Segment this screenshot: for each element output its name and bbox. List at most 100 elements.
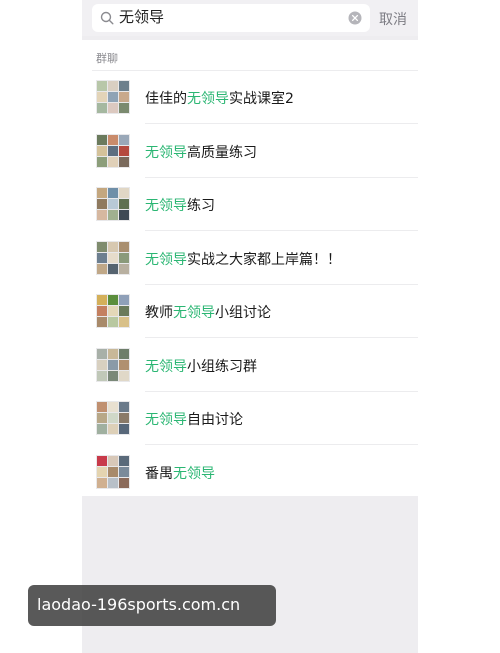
avatar-tile — [119, 188, 129, 198]
avatar-tile — [119, 134, 129, 145]
avatar-tile — [119, 455, 129, 466]
group-name: 无领导小组练习群 — [145, 356, 257, 376]
avatar-tile — [119, 199, 129, 209]
group-avatar — [96, 347, 130, 382]
avatar-tile — [108, 134, 118, 145]
search-input[interactable] — [119, 7, 339, 29]
group-row[interactable]: 无领导小组练习群 — [82, 339, 418, 392]
avatar-tile — [97, 466, 107, 477]
avatar-tile — [97, 210, 107, 220]
avatar-tile — [97, 241, 107, 252]
group-name-match: 无领导 — [145, 198, 187, 214]
group-name: 教师无领导小组讨论 — [145, 302, 271, 322]
avatar-tile — [108, 359, 118, 370]
avatar-tile — [108, 317, 118, 327]
group-name-match: 无领导 — [187, 91, 229, 107]
avatar-tile — [119, 252, 129, 263]
avatar-tile — [97, 156, 107, 167]
avatar-tile — [119, 477, 129, 488]
avatar-tile — [97, 317, 107, 327]
cancel-button[interactable]: 取消 — [379, 9, 407, 29]
avatar-tile — [108, 199, 118, 209]
avatar-tile — [108, 81, 118, 91]
group-name: 番禺无领导 — [145, 463, 215, 483]
avatar-tile — [119, 359, 129, 370]
group-row[interactable]: 无领导实战之大家都上岸篇！！ — [82, 232, 418, 285]
group-name: 无领导自由讨论 — [145, 409, 243, 429]
avatar-tile — [119, 210, 129, 220]
avatar-tile — [97, 413, 107, 423]
avatar-tile — [97, 199, 107, 209]
avatar-tile — [108, 295, 118, 305]
avatar-tile — [97, 455, 107, 466]
group-avatar — [96, 294, 130, 328]
group-name: 无领导高质量练习 — [145, 142, 257, 162]
avatar-tile — [119, 348, 129, 359]
group-name-suffix: 实战课室2 — [229, 91, 294, 107]
group-avatar — [96, 80, 130, 114]
avatar-tile — [119, 145, 129, 156]
group-row[interactable]: 佳佳的无领导实战课室2 — [82, 71, 418, 124]
group-row[interactable]: 番禺无领导 — [82, 446, 418, 499]
avatar-tile — [108, 103, 118, 113]
avatar-tile — [97, 263, 107, 274]
group-avatar — [96, 401, 130, 435]
avatar-tile — [119, 103, 129, 113]
search-bar: 取消 — [82, 0, 418, 36]
group-avatar — [96, 187, 130, 221]
avatar-tile — [108, 455, 118, 466]
group-row[interactable]: 无领导练习 — [82, 178, 418, 231]
screenshot-page: 取消 群聊 佳佳的无领导实战课室2无领导高质量练习无领导练习无领导实战之大家都上… — [0, 0, 500, 653]
avatar-tile — [119, 317, 129, 327]
group-row[interactable]: 无领导高质量练习 — [82, 125, 418, 178]
avatar-tile — [119, 241, 129, 252]
phone-screen: 取消 群聊 佳佳的无领导实战课室2无领导高质量练习无领导练习无领导实战之大家都上… — [82, 0, 418, 653]
avatar-tile — [97, 81, 107, 91]
avatar-tile — [97, 359, 107, 370]
group-name-prefix: 教师 — [145, 305, 173, 321]
avatar-tile — [97, 348, 107, 359]
avatar-tile — [108, 306, 118, 316]
avatar-tile — [108, 156, 118, 167]
avatar-tile — [108, 241, 118, 252]
avatar-tile — [97, 306, 107, 316]
avatar-tile — [108, 370, 118, 381]
avatar-tile — [108, 348, 118, 359]
avatar-tile — [119, 370, 129, 381]
group-name-suffix: 小组练习群 — [187, 358, 257, 375]
avatar-tile — [97, 477, 107, 488]
group-name-match: 无领导 — [173, 465, 215, 482]
group-avatar — [96, 240, 130, 275]
avatar-tile — [108, 466, 118, 477]
watermark: laodao-196sports.com.cn — [28, 585, 276, 626]
search-box[interactable] — [92, 4, 370, 32]
avatar-tile — [108, 263, 118, 274]
avatar-tile — [119, 402, 129, 412]
search-icon — [100, 11, 114, 25]
avatar-tile — [108, 252, 118, 263]
avatar-tile — [108, 145, 118, 156]
group-row[interactable]: 教师无领导小组讨论 — [82, 285, 418, 338]
group-name-match: 无领导 — [145, 358, 187, 375]
group-name-suffix: 小组讨论 — [215, 305, 271, 321]
group-name-suffix: 实战之大家都上岸篇！！ — [187, 251, 341, 268]
group-name-match: 无领导 — [145, 412, 187, 428]
group-name-match: 无领导 — [173, 305, 215, 321]
avatar-tile — [119, 92, 129, 102]
avatar-tile — [97, 103, 107, 113]
avatar-tile — [108, 210, 118, 220]
avatar-tile — [108, 477, 118, 488]
avatar-tile — [97, 424, 107, 434]
group-name: 无领导练习 — [145, 195, 215, 215]
group-name: 无领导实战之大家都上岸篇！！ — [145, 249, 341, 269]
group-row[interactable]: 无领导自由讨论 — [82, 392, 418, 445]
avatar-tile — [97, 145, 107, 156]
group-avatar — [96, 454, 130, 489]
clear-icon[interactable] — [348, 11, 362, 25]
avatar-tile — [108, 188, 118, 198]
avatar-tile — [108, 92, 118, 102]
group-name: 佳佳的无领导实战课室2 — [145, 88, 294, 108]
avatar-tile — [119, 263, 129, 274]
avatar-tile — [119, 466, 129, 477]
avatar-tile — [119, 81, 129, 91]
